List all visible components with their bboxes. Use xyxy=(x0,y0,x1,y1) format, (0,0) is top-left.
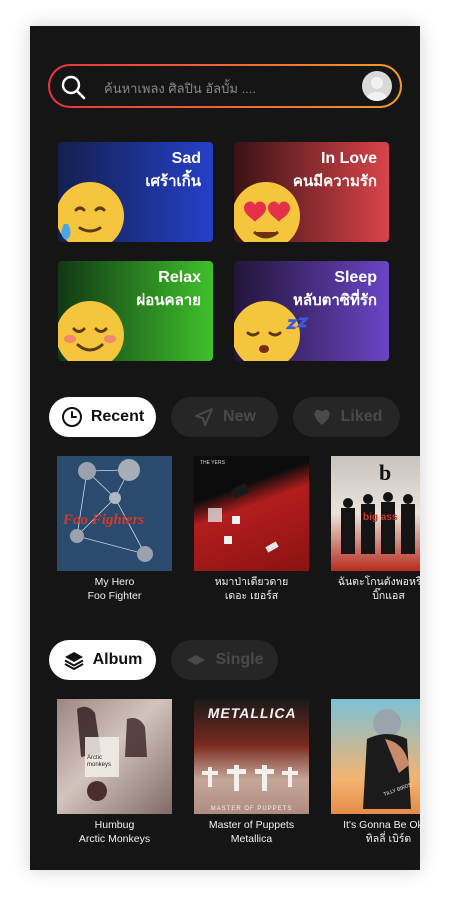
tab-album-label: Album xyxy=(92,651,143,668)
album-cover: TILLY BIRDS xyxy=(331,699,420,814)
mood-title-th: คนมีความรัก xyxy=(292,173,377,190)
mood-title-en: Sad xyxy=(171,150,201,167)
album-art-figure xyxy=(363,709,411,809)
tab-single[interactable]: Single xyxy=(171,640,278,680)
tab-liked[interactable]: Liked xyxy=(293,397,400,437)
app-screen: Sad เศร้าเกิ้น In Love คนมีความรัก Relax… xyxy=(30,26,420,870)
track-artist: บิ๊กแอส xyxy=(372,590,405,602)
mood-card-sad[interactable]: Sad เศร้าเกิ้น xyxy=(58,142,213,242)
tab-liked-label: Liked xyxy=(340,408,383,425)
album-artist: Metallica xyxy=(230,833,273,845)
track-title: My Hero xyxy=(94,576,135,588)
list-item[interactable]: TILLY BIRDS It's Gonna Be Okay ทิลลี่ เบ… xyxy=(331,699,420,846)
sad-face-emoji xyxy=(58,182,124,242)
album-cover: b big ass xyxy=(331,456,420,571)
track-title: ฉันตะโกนดังพอหรือยัง xyxy=(337,576,420,588)
relieved-face-emoji xyxy=(58,301,124,361)
album-cover: Arctic monkeys xyxy=(57,699,172,814)
heart-eyes-emoji xyxy=(234,182,300,242)
tab-new-label: New xyxy=(223,408,256,425)
list-item[interactable]: Arctic monkeys Humbug Arctic Monkeys xyxy=(57,699,172,846)
track-artist: Foo Fighter xyxy=(87,590,142,602)
album-cover: METALLICA MASTER OF PUPPETS xyxy=(194,699,309,814)
crosses-art xyxy=(202,765,298,791)
album-art-text: Arctic monkeys xyxy=(87,755,112,768)
tab-recent-label: Recent xyxy=(90,408,145,425)
mood-title-en: Relax xyxy=(158,269,201,286)
layers-icon xyxy=(64,652,84,671)
album-artist: ทิลลี่ เบิร์ด xyxy=(365,833,412,845)
album-title: Master of Puppets xyxy=(208,819,295,831)
mood-card-sleep[interactable]: Sleep หลับตาซิที่รัก xyxy=(234,261,389,361)
album-art-text: Foo Fighters xyxy=(63,512,145,528)
mood-card-relax[interactable]: Relax ผ่อนคลาย xyxy=(58,261,213,361)
mood-title-th: เศร้าเกิ้น xyxy=(145,173,201,190)
album-artist: Arctic Monkeys xyxy=(78,833,151,845)
list-item[interactable]: b big ass ฉันตะโกนดังพอหรือยัง บิ๊กแอส xyxy=(331,456,420,603)
list-item[interactable]: THE YERS หมาป่าเดียวดาย เดอะ เยอร์ส xyxy=(194,456,309,603)
search-input[interactable] xyxy=(102,74,356,102)
album-title: It's Gonna Be Okay xyxy=(343,819,420,831)
user-icon xyxy=(366,77,388,101)
track-title: หมาป่าเดียวดาย xyxy=(214,576,289,588)
album-art-subtitle: MASTER OF PUPPETS xyxy=(210,806,293,812)
mood-title-th: ผ่อนคลาย xyxy=(136,292,202,309)
album-cover: Foo Fighters xyxy=(57,456,172,571)
send-icon xyxy=(195,408,214,426)
album-cover: THE YERS xyxy=(194,456,309,571)
tab-single-label: Single xyxy=(215,651,264,668)
avatar[interactable] xyxy=(362,71,392,101)
mood-title-en: In Love xyxy=(320,150,377,167)
album-art-text: big ass xyxy=(363,512,398,523)
zzz-icon xyxy=(286,317,310,330)
clock-icon xyxy=(61,407,82,427)
tab-recent[interactable]: Recent xyxy=(49,397,156,437)
disc-icon xyxy=(187,655,206,665)
tab-album[interactable]: Album xyxy=(49,640,156,680)
list-item[interactable]: METALLICA MASTER OF PUPPETS Master of Pu… xyxy=(194,699,309,846)
album-art-objects xyxy=(208,483,279,553)
mood-card-in-love[interactable]: In Love คนมีความรัก xyxy=(234,142,389,242)
list-item[interactable]: Foo Fighters My Hero Foo Fighter xyxy=(57,456,172,603)
search-icon[interactable] xyxy=(60,74,86,100)
heart-icon xyxy=(314,409,330,425)
tab-new[interactable]: New xyxy=(171,397,278,437)
mood-title-en: Sleep xyxy=(334,269,377,286)
album-title: Humbug xyxy=(94,819,135,831)
track-artist: เดอะ เยอร์ส xyxy=(224,590,279,602)
mood-title-th: หลับตาซิที่รัก xyxy=(293,292,377,309)
search-bar[interactable] xyxy=(48,64,402,108)
